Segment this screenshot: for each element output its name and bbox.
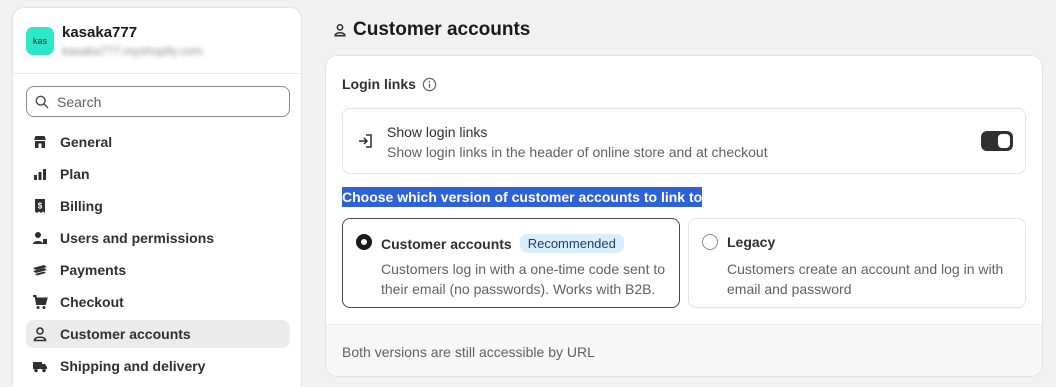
sidebar-item-payments[interactable]: Payments	[26, 256, 290, 284]
card-footer: Both versions are still accessible by UR…	[326, 324, 1042, 376]
info-icon[interactable]	[422, 77, 437, 92]
sidebar-item-label: General	[60, 134, 113, 150]
sidebar-item-label: Users and permissions	[60, 230, 215, 246]
sidebar-item-plan[interactable]: Plan	[26, 160, 290, 188]
sidebar-item-shipping[interactable]: Shipping and delivery	[26, 352, 290, 380]
option-description: Customers log in with a one-time code se…	[381, 261, 666, 297]
footer-note: Both versions are still accessible by UR…	[342, 344, 595, 360]
login-icon	[359, 134, 372, 148]
plan-icon	[32, 166, 48, 182]
sidebar-item-customer-accounts[interactable]: Customer accounts	[26, 320, 290, 348]
settings-sidebar: kas kasaka777 kasaka777.myshopify.com Ge…	[12, 7, 302, 387]
sidebar-item-general[interactable]: General	[26, 128, 290, 156]
search-box[interactable]	[26, 86, 290, 117]
page-title: Customer accounts	[333, 19, 530, 41]
show-login-links-toggle[interactable]	[981, 131, 1013, 151]
sidebar-item-checkout[interactable]: Checkout	[26, 288, 290, 316]
search-icon	[35, 95, 49, 108]
sidebar-item-label: Plan	[60, 166, 90, 182]
sidebar-item-label: Customer accounts	[60, 326, 191, 342]
store-header[interactable]: kas kasaka777 kasaka777.myshopify.com	[13, 8, 301, 74]
show-login-links-description: Show login links in the header of online…	[387, 144, 768, 160]
store-avatar: kas	[26, 27, 54, 55]
option-description: Customers create an account and log in w…	[727, 261, 1004, 297]
login-links-title: Login links	[342, 76, 416, 92]
show-login-links-row: Show login links Show login links in the…	[342, 108, 1026, 174]
search-input[interactable]	[57, 93, 277, 110]
store-url: kasaka777.myshopify.com	[62, 44, 203, 58]
toggle-knob	[998, 134, 1010, 148]
option-customer-accounts[interactable]: Customer accounts Recommended Customers …	[342, 218, 680, 308]
option-title-text: Legacy	[727, 234, 776, 250]
sidebar-item-label: Shipping and delivery	[60, 358, 206, 374]
option-title: Legacy	[727, 234, 775, 250]
option-legacy[interactable]: Legacy Customers create an account and l…	[688, 218, 1026, 308]
store-icon	[32, 134, 48, 150]
version-prompt: Choose which version of customer account…	[342, 187, 703, 207]
cart-icon	[32, 294, 48, 310]
sidebar-item-label: Billing	[60, 198, 103, 214]
show-login-links-label: Show login links	[387, 124, 488, 140]
sidebar-item-billing[interactable]: $ Billing	[26, 192, 290, 220]
option-title: Customer accounts Recommended	[381, 234, 624, 253]
person-icon	[32, 326, 48, 342]
recommended-badge: Recommended	[519, 234, 624, 253]
radio-customer-accounts[interactable]	[356, 234, 372, 250]
customer-accounts-card: Login links Show login links Show login …	[325, 55, 1043, 377]
sidebar-item-users[interactable]: Users and permissions	[26, 224, 290, 252]
billing-icon: $	[32, 198, 48, 214]
radio-legacy[interactable]	[702, 234, 718, 250]
page-title-text: Customer accounts	[353, 19, 531, 40]
truck-icon	[32, 358, 48, 374]
payments-icon	[32, 262, 48, 278]
sidebar-item-label: Checkout	[60, 294, 124, 310]
sidebar-item-label: Payments	[60, 262, 127, 278]
settings-nav: General Plan $ Billing Users and permiss…	[26, 128, 290, 384]
svg-text:$: $	[38, 202, 43, 211]
users-icon	[32, 230, 48, 246]
store-name: kasaka777	[62, 24, 138, 41]
person-icon	[334, 23, 346, 37]
login-links-heading: Login links	[342, 76, 437, 92]
option-title-text: Customer accounts	[381, 235, 512, 252]
